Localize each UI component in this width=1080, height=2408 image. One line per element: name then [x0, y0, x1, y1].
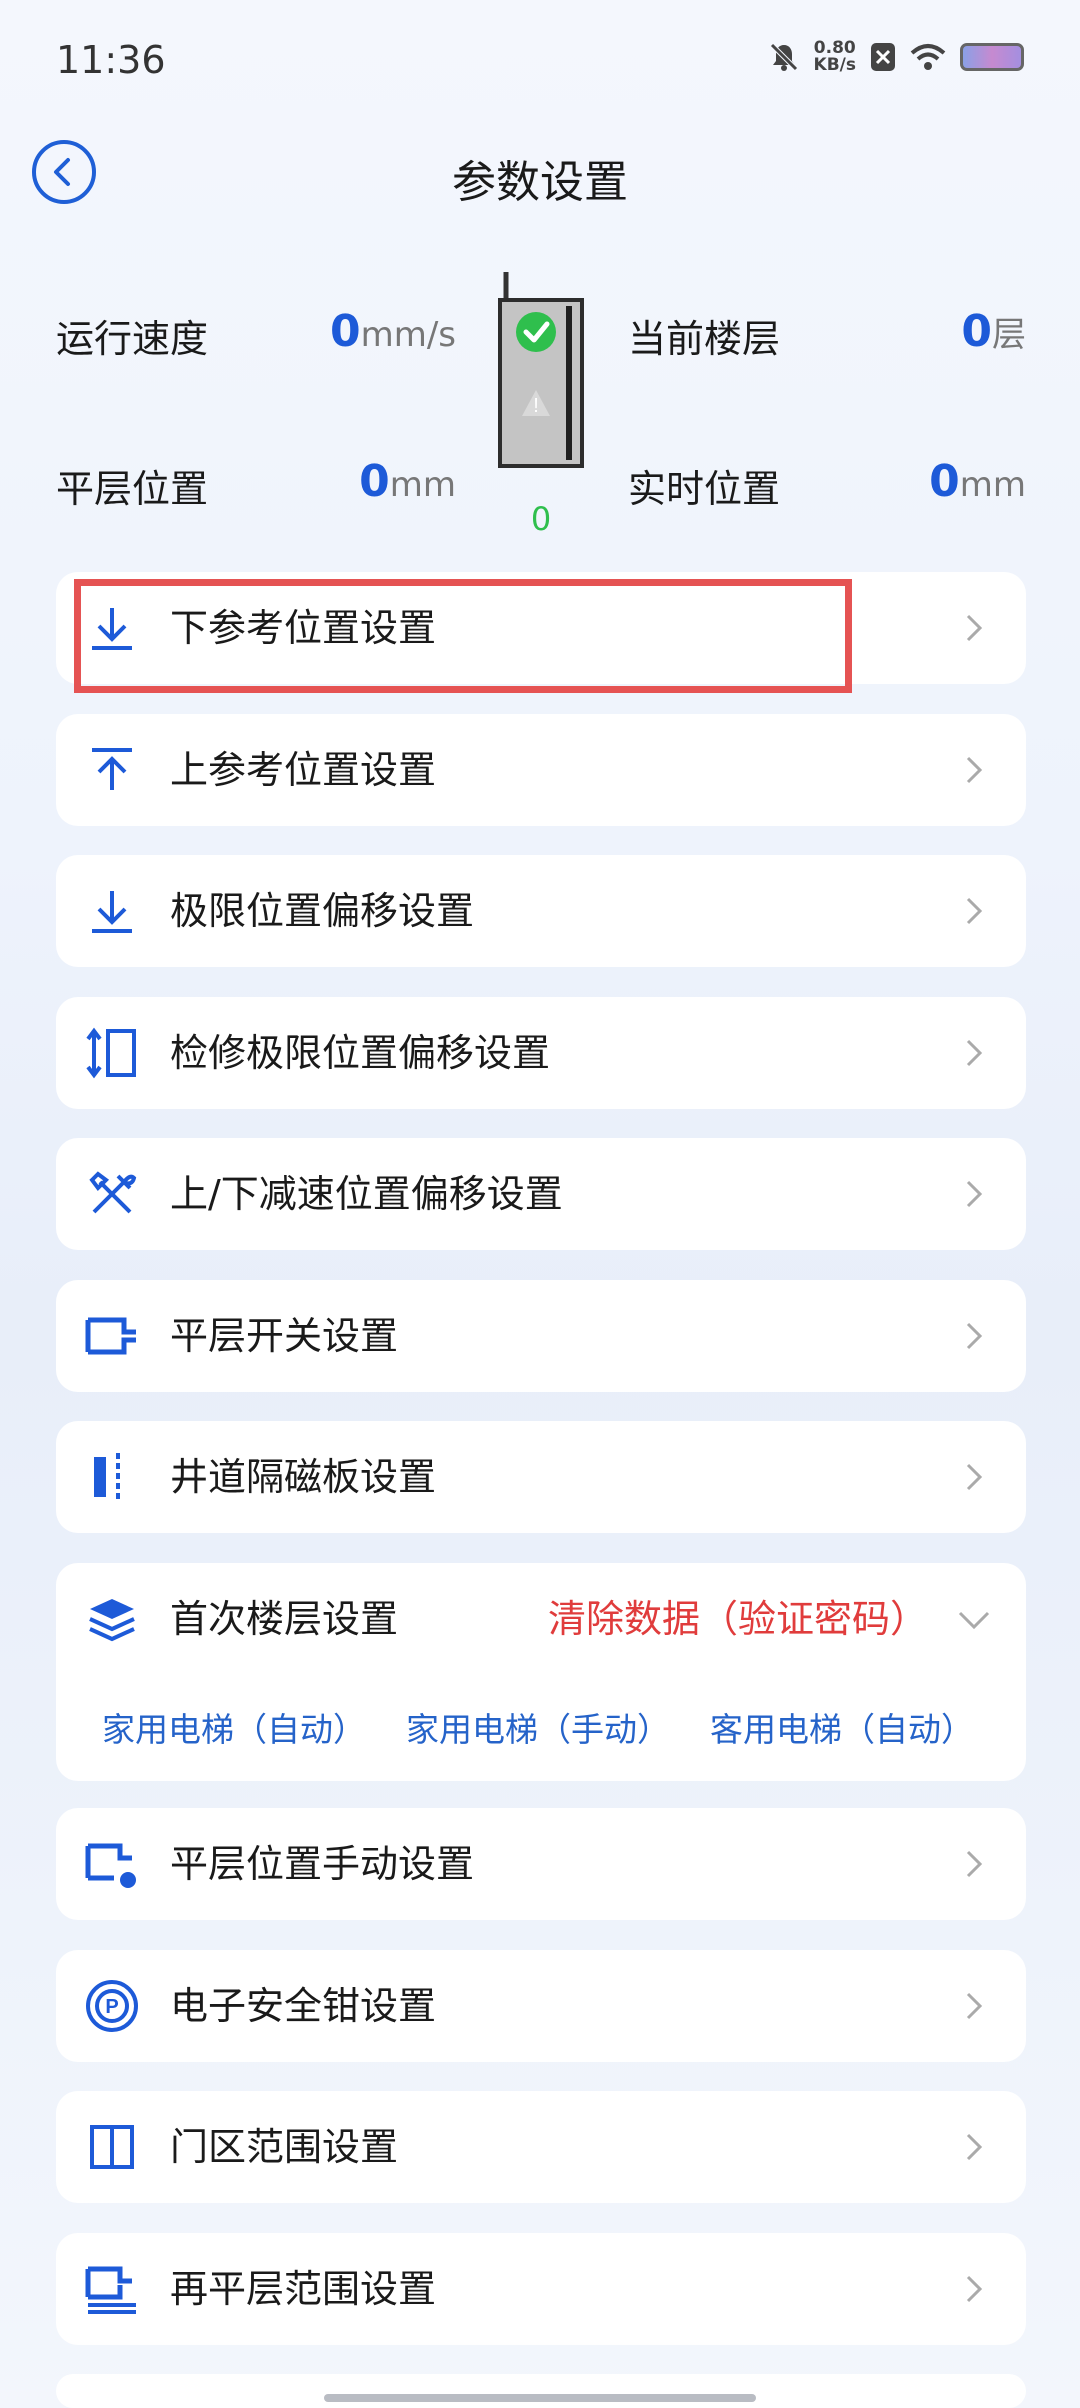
door-zone-icon	[90, 2125, 134, 2169]
chevron-right-icon	[966, 2275, 983, 2303]
svg-text:P: P	[105, 1996, 118, 2018]
menu-item-deceleration-offset[interactable]: 上/下减速位置偏移设置	[56, 1138, 1026, 1250]
option-home-manual[interactable]: 家用电梯（手动）	[406, 1703, 670, 1751]
menu-item-magnet-plate[interactable]: 井道隔磁板设置	[56, 1421, 1026, 1533]
home-indicator[interactable]	[324, 2394, 756, 2402]
floor-unit: 层	[992, 315, 1026, 355]
floor-label: 当前楼层	[628, 317, 781, 361]
chevron-right-icon	[966, 1992, 983, 2020]
level-value: 0	[359, 456, 390, 507]
chevron-right-icon	[966, 1322, 983, 1350]
realtime-readout: 0 mm	[880, 456, 1026, 507]
menu-item-label: 平层开关设置	[170, 1314, 399, 1358]
menu-item-door-zone[interactable]: 门区范围设置	[56, 2091, 1026, 2203]
option-passenger-auto[interactable]: 客用电梯（自动）	[710, 1703, 974, 1751]
menu-item-upper-reference[interactable]: 上参考位置设置	[56, 714, 1026, 826]
menu-item-relevel-range[interactable]: 再平层范围设置	[56, 2233, 1026, 2345]
chevron-right-icon	[966, 1463, 983, 1491]
chevron-down-icon[interactable]	[956, 1601, 992, 1637]
chevron-right-icon	[966, 1850, 983, 1878]
chevron-right-icon	[966, 614, 983, 642]
elevator-status-value: 0	[530, 500, 552, 538]
menu-item-label: 电子安全钳设置	[170, 1984, 437, 2028]
chevron-right-icon	[966, 1039, 983, 1067]
chevron-right-icon	[966, 1180, 983, 1208]
close-box-icon	[871, 43, 895, 71]
floor-value: 0	[961, 306, 992, 357]
status-icons: 0.80 KB/s	[768, 40, 1024, 74]
magnet-plate-icon	[94, 1453, 120, 1501]
elevator-status-icon: !	[498, 272, 584, 468]
realtime-label: 实时位置	[628, 467, 781, 511]
speed-unit: mm/s	[360, 315, 456, 355]
clear-data-button[interactable]: 清除数据（验证密码）	[548, 1563, 928, 1675]
realtime-unit: mm	[959, 465, 1026, 505]
mute-bell-icon	[769, 43, 798, 71]
svg-text:!: !	[533, 395, 539, 417]
network-speed: 0.80 KB/s	[813, 38, 856, 75]
chevron-right-icon	[966, 897, 983, 925]
download-arrow-icon	[92, 891, 132, 933]
page-title: 参数设置	[452, 157, 628, 208]
floor-readout: 0 层	[880, 306, 1026, 357]
menu-item-partial[interactable]	[56, 2374, 1026, 2408]
menu-item-inspection-limit-offset[interactable]: 检修极限位置偏移设置	[56, 997, 1026, 1109]
menu-item-label: 再平层范围设置	[170, 2267, 437, 2311]
vertical-range-icon	[86, 1027, 136, 1079]
wifi-icon	[910, 44, 946, 70]
menu-item-first-floor[interactable]: 首次楼层设置 清除数据（验证密码） 家用电梯（自动） 家用电梯（手动） 客用电梯…	[56, 1563, 1026, 1781]
option-home-auto[interactable]: 家用电梯（自动）	[102, 1703, 366, 1751]
manual-level-icon	[85, 1843, 136, 1888]
menu-item-label: 首次楼层设置	[170, 1597, 399, 1641]
menu-item-label: 平层位置手动设置	[170, 1842, 475, 1886]
menu-item-label: 上/下减速位置偏移设置	[170, 1172, 563, 1216]
highlight-box	[74, 579, 852, 693]
layers-icon	[89, 1599, 135, 1642]
chevron-right-icon	[966, 756, 983, 784]
upload-arrow-icon	[92, 748, 132, 790]
speed-label: 运行速度	[56, 317, 209, 361]
level-readout: 0 mm	[300, 456, 456, 507]
menu-item-label: 上参考位置设置	[170, 748, 437, 792]
realtime-value: 0	[929, 456, 960, 507]
level-switch-icon	[85, 1317, 136, 1355]
menu-item-label: 检修极限位置偏移设置	[170, 1031, 551, 1075]
parking-icon: P	[86, 1980, 138, 2032]
menu-item-label: 门区范围设置	[170, 2125, 399, 2169]
menu-item-label: 井道隔磁板设置	[170, 1455, 437, 1499]
menu-item-safety-gear[interactable]: P 电子安全钳设置	[56, 1950, 1026, 2062]
menu-item-level-switch[interactable]: 平层开关设置	[56, 1280, 1026, 1392]
tools-icon	[89, 1171, 137, 1214]
menu-item-label: 极限位置偏移设置	[170, 889, 475, 933]
menu-item-limit-offset[interactable]: 极限位置偏移设置	[56, 855, 1026, 967]
relevel-icon	[85, 2266, 136, 2314]
level-label: 平层位置	[56, 467, 209, 511]
menu-item-manual-level[interactable]: 平层位置手动设置	[56, 1808, 1026, 1920]
chevron-right-icon	[966, 2133, 983, 2161]
battery-icon	[960, 43, 1024, 71]
status-time: 11:36	[56, 38, 166, 82]
speed-value: 0	[329, 306, 361, 357]
level-unit: mm	[389, 465, 456, 505]
speed-readout: 0 mm/s	[300, 306, 456, 357]
